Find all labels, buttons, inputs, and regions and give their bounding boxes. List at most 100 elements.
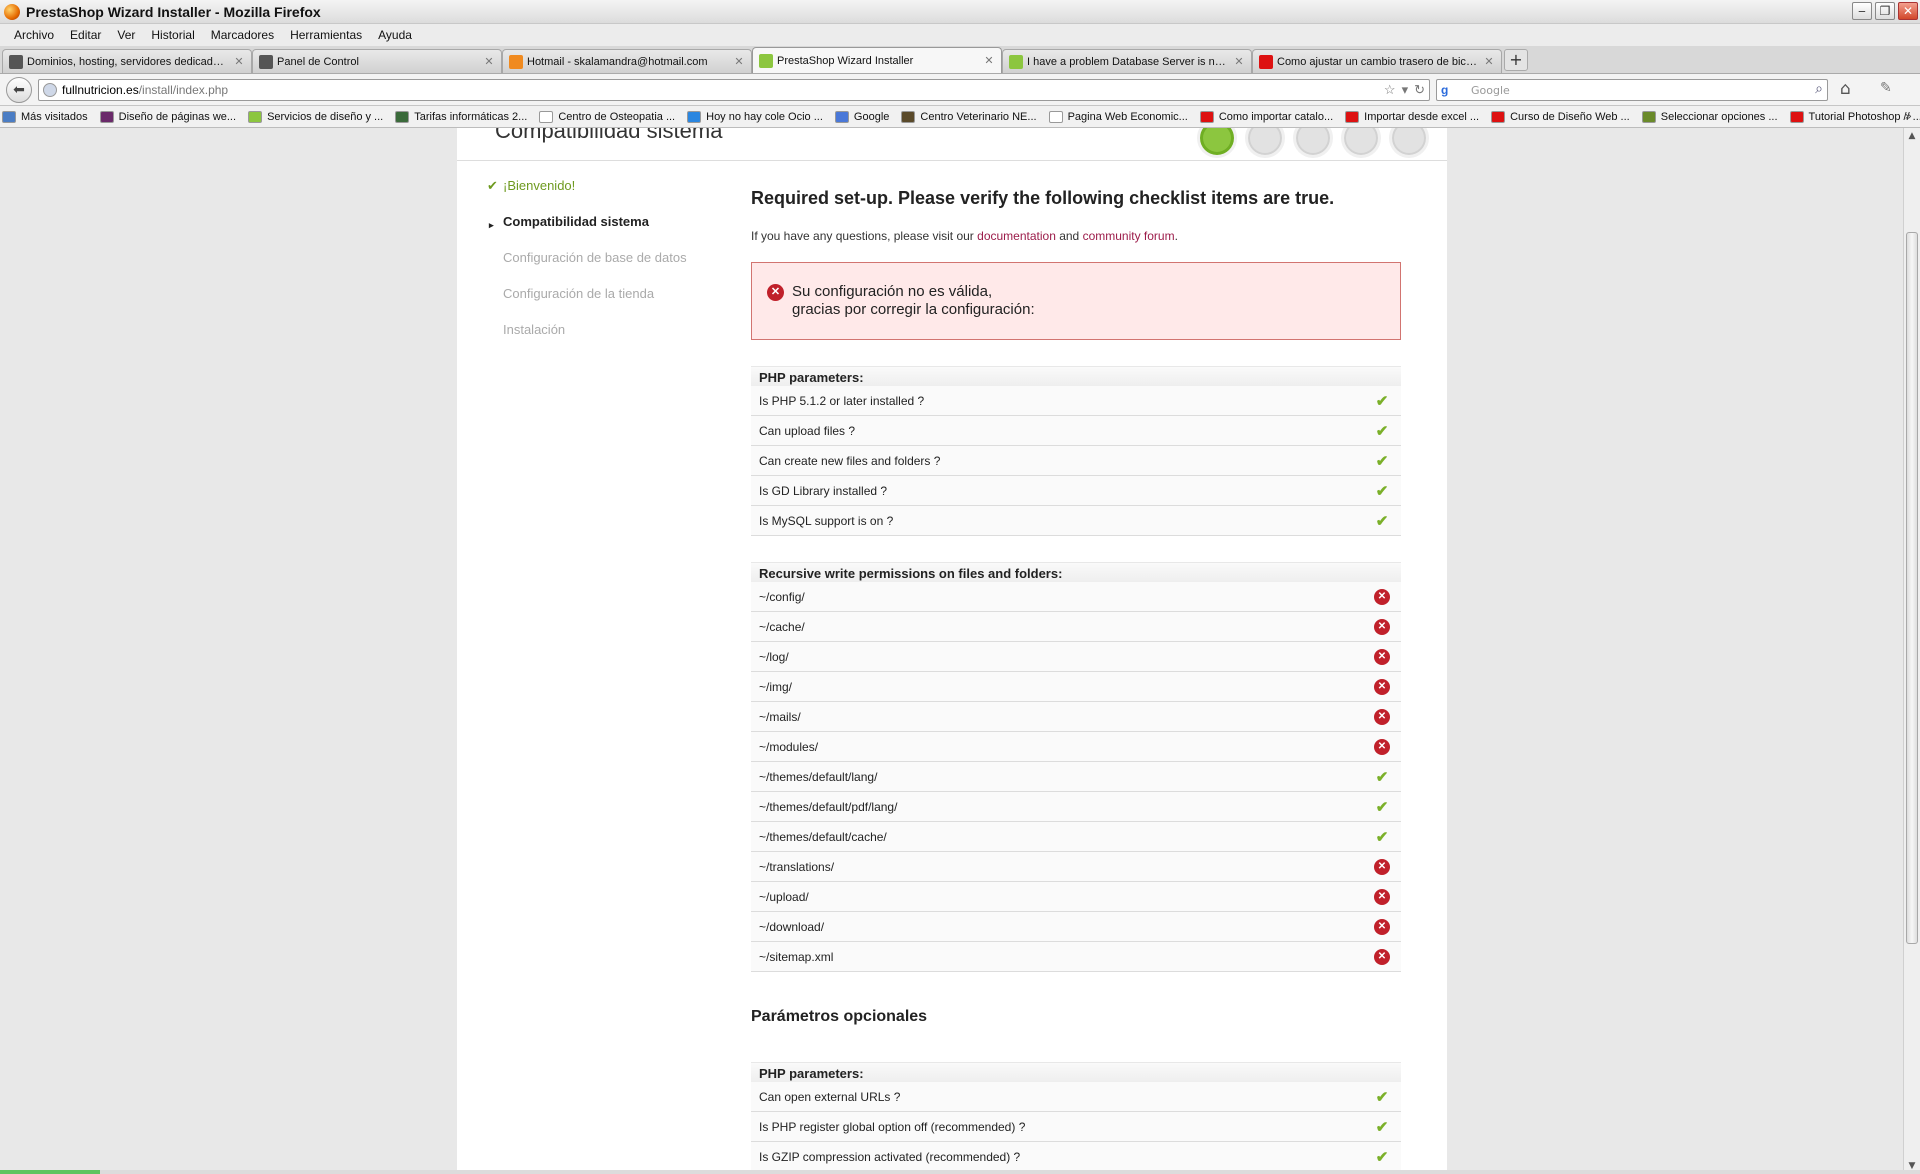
search-magnifier-icon[interactable]: ⌕ [1815,81,1823,97]
history-dropdown-icon[interactable]: ▾ [1402,82,1409,98]
window-controls: ‒ ❐ ✕ [1852,2,1918,20]
bookmark-favicon-icon [395,110,410,123]
php-parameters-header: PHP parameters: [751,366,1401,386]
bookmark-favicon-icon [1491,110,1506,123]
bookmark-favicon-icon [248,110,263,123]
bookmark-favicon-icon [1789,110,1804,123]
check-row: Is GD Library installed ? ✔ [751,476,1401,506]
load-progress [0,1170,100,1174]
bookmark-item[interactable]: Tutorial Photoshop // ... [1789,110,1920,123]
sidebar-step-label: ¡Bienvenido! [503,178,576,193]
optional-php-table: PHP parameters: Can open external URLs ?… [751,1062,1401,1172]
scroll-thumb[interactable] [1906,232,1918,944]
community-forum-link[interactable]: community forum [1083,229,1175,243]
check-fail-icon: ✕ [1374,648,1390,665]
bookmark-label: Pagina Web Economic... [1067,110,1188,123]
check-row: ~/log/ ✕ [751,642,1401,672]
bookmark-item[interactable]: Hoy no hay cole Ocio ... [687,110,823,123]
browser-tab[interactable]: I have a problem Database Server is not … [1002,49,1252,73]
close-button[interactable]: ✕ [1898,2,1918,20]
check-row: ~/cache/ ✕ [751,612,1401,642]
bookmark-star-icon[interactable]: ☆ [1384,82,1396,98]
bookmark-favicon-icon [99,110,114,123]
sidebar-step[interactable]: ▸ Compatibilidad sistema [487,214,707,250]
site-identity-icon[interactable] [43,83,57,97]
bookmark-favicon-icon [2,110,16,123]
check-icon: ✔ [487,178,498,193]
maximize-button[interactable]: ❐ [1875,2,1895,20]
check-fail-icon: ✕ [1374,918,1390,935]
reload-icon[interactable]: ↻ [1414,82,1425,98]
addon-icon[interactable]: ✎ [1880,80,1892,96]
tab-close-icon[interactable]: ✕ [983,54,995,67]
menu-historial[interactable]: Historial [143,28,202,42]
back-button[interactable]: ⬅ [6,76,32,103]
bookmark-item[interactable]: Tarifas informáticas 2... [395,110,527,123]
check-label: ~/translations/ [759,859,835,874]
check-ok-icon: ✔ [1375,422,1389,440]
sidebar-step-label: Configuración de base de datos [503,250,687,265]
browser-tab[interactable]: Como ajustar un cambio trasero de bicicl… [1252,49,1502,73]
php-parameters-table: PHP parameters: Is PHP 5.1.2 or later in… [751,366,1401,536]
scroll-up-icon[interactable]: ▲ [1904,128,1920,144]
bookmarks-overflow-icon[interactable]: » [1905,109,1912,123]
permissions-header: Recursive write permissions on files and… [751,562,1401,582]
tab-close-icon[interactable]: ✕ [1483,55,1495,68]
bookmark-item[interactable]: Google [834,110,889,123]
menu-marcadores[interactable]: Marcadores [203,28,282,42]
check-row: ~/themes/default/cache/ ✔ [751,822,1401,852]
tab-close-icon[interactable]: ✕ [483,55,495,68]
check-row: ~/upload/ ✕ [751,882,1401,912]
new-tab-button[interactable]: + [1504,49,1528,71]
browser-tab[interactable]: Panel de Control ✕ [252,49,502,73]
hotmail-icon [509,54,523,69]
bookmark-item[interactable]: Centro Veterinario NE... [901,110,1037,123]
url-bar[interactable]: fullnutricion.es /install/index.php ☆ ▾ … [38,79,1430,101]
browser-tab[interactable]: PrestaShop Wizard Installer ✕ [752,47,1002,73]
tab-close-icon[interactable]: ✕ [1233,55,1245,68]
check-label: Is PHP register global option off (recom… [759,1119,1026,1134]
bookmark-item[interactable]: Seleccionar opciones ... [1641,110,1778,123]
bookmark-item[interactable]: Como importar catalo... [1199,110,1333,123]
google-engine-icon[interactable]: g [1441,83,1457,97]
check-row: Can upload files ? ✔ [751,416,1401,446]
check-ok-icon: ✔ [1375,482,1389,500]
search-bar[interactable]: g Google ⌕ [1436,79,1828,101]
bookmark-item[interactable]: Servicios de diseño y ... [248,110,383,123]
tab-close-icon[interactable]: ✕ [733,55,745,68]
vertical-scrollbar[interactable]: ▲ ▼ [1903,128,1920,1174]
menu-ayuda[interactable]: Ayuda [370,28,420,42]
check-label: Can open external URLs ? [759,1089,901,1104]
bookmark-item[interactable]: Centro de Osteopatia ... [539,110,675,123]
sidebar-step: Configuración de base de datos [487,250,707,286]
bookmark-label: Diseño de páginas we... [118,110,237,123]
menu-ver[interactable]: Ver [109,28,143,42]
documentation-link[interactable]: documentation [977,229,1056,243]
search-placeholder: Google [1471,83,1510,97]
progress-step-icon [1197,128,1237,158]
bookmark-favicon-icon [1199,110,1214,123]
bookmark-item[interactable]: Importar desde excel ... [1345,110,1479,123]
bookmark-item[interactable]: Pagina Web Economic... [1048,110,1188,123]
bookmark-item[interactable]: Más visitados [2,110,88,123]
menu-editar[interactable]: Editar [62,28,109,42]
url-host: fullnutricion.es [62,83,139,97]
browser-tab[interactable]: Dominios, hosting, servidores dedicados,… [2,49,252,73]
browser-tab[interactable]: Hotmail - skalamandra@hotmail.com ✕ [502,49,752,73]
url-tools: ☆ ▾ ↻ [1384,82,1425,98]
bookmark-label: Centro Veterinario NE... [920,110,1037,123]
checklist-main: Required set-up. Please verify the follo… [751,188,1401,1172]
check-ok-icon: ✔ [1375,828,1389,846]
sidebar-step[interactable]: ✔ ¡Bienvenido! [487,178,707,214]
tab-close-icon[interactable]: ✕ [233,55,245,68]
bookmark-item[interactable]: Diseño de páginas we... [99,110,237,123]
menu-herramientas[interactable]: Herramientas [282,28,370,42]
minimize-button[interactable]: ‒ [1852,2,1872,20]
home-icon[interactable]: ⌂ [1840,79,1851,99]
check-fail-icon: ✕ [1374,738,1390,755]
bookmark-item[interactable]: Curso de Diseño Web ... [1491,110,1630,123]
sidebar-step-label: Instalación [503,322,566,337]
menu-archivo[interactable]: Archivo [6,28,62,42]
check-label: ~/upload/ [759,889,809,904]
check-row: Can open external URLs ? ✔ [751,1082,1401,1112]
